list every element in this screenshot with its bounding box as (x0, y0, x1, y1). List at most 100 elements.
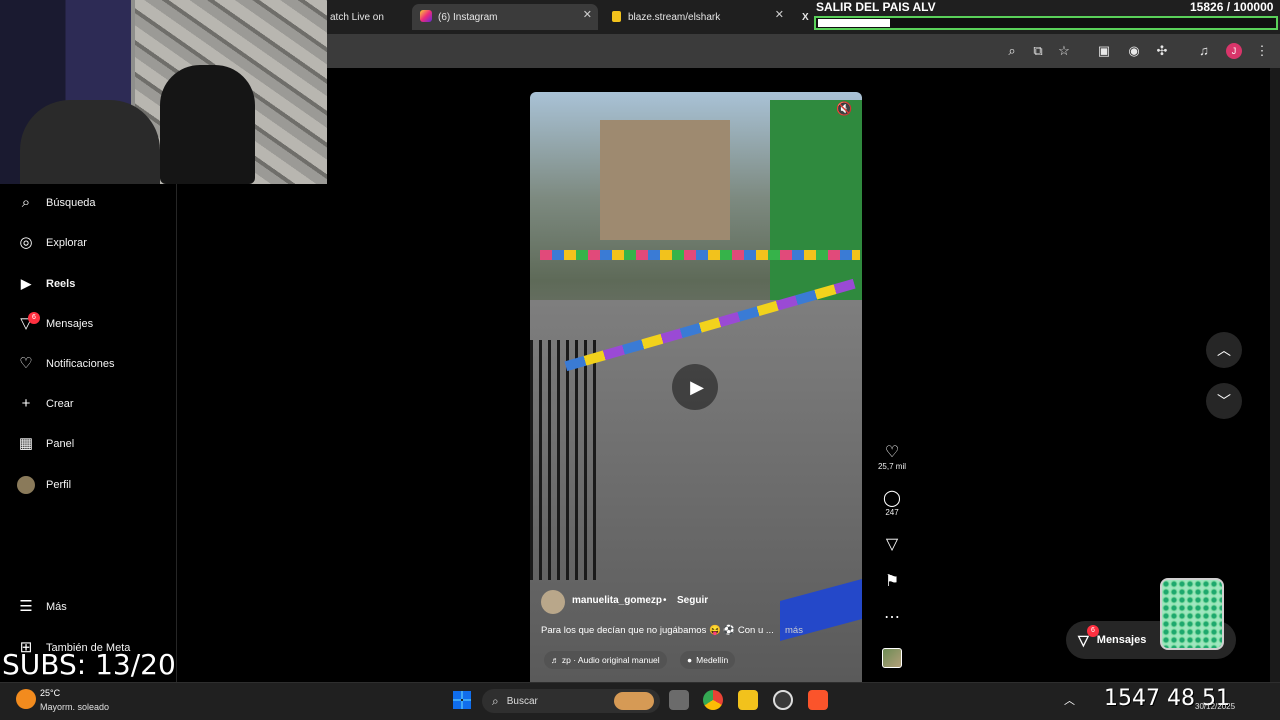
notification-badge: 6 (28, 312, 40, 324)
close-tab-icon[interactable]: ✕ (583, 8, 592, 21)
search-placeholder: Buscar (506, 695, 538, 707)
reel-green-house (770, 100, 862, 300)
tab-label: (6) Instagram (438, 11, 498, 23)
webcam-person (20, 100, 160, 184)
author-avatar[interactable] (541, 590, 565, 614)
weather-temperature[interactable]: 25°C (40, 688, 60, 698)
page-scrollbar[interactable] (1270, 68, 1280, 682)
heart-icon: ♡ (19, 355, 33, 372)
x-icon: X (802, 11, 809, 23)
sidebar-item-dashboard[interactable]: ▦ Panel (16, 433, 74, 455)
taskbar-date[interactable]: 30/12/2025 (1195, 702, 1235, 711)
extension-icon[interactable]: ▣ (1096, 43, 1112, 59)
previous-reel-button[interactable]: ︿ (1206, 332, 1242, 368)
sidebar-item-reels[interactable]: ▶ Reels (16, 273, 75, 295)
sidebar-item-label: Crear (46, 398, 74, 410)
sidebar-item-label: Más (46, 601, 67, 613)
compass-icon: ◎ (19, 234, 33, 251)
media-control-icon[interactable]: ♫ (1196, 43, 1212, 59)
tab-watch-live[interactable]: atch Live on ✕ (330, 4, 424, 30)
profile-avatar[interactable]: J (1226, 43, 1242, 59)
audio-label: ♬ zp · Audio original manuel (551, 655, 660, 665)
messages-pill-label: Mensajes (1096, 634, 1147, 646)
tray-overflow-icon[interactable]: ︿ (1064, 692, 1075, 708)
next-reel-button[interactable]: ﹀ (1206, 383, 1242, 419)
goal-progress-fill (818, 19, 891, 27)
brave-icon[interactable] (808, 690, 828, 710)
like-button[interactable]: ♡ 25,7 mil (878, 444, 906, 471)
sidebar-item-label: Notificaciones (46, 358, 115, 370)
chrome-icon[interactable] (703, 690, 723, 710)
sidebar-item-notifications[interactable]: ♡ Notificaciones (16, 353, 114, 375)
app-icon[interactable] (773, 690, 793, 710)
reels-icon: ▶ (21, 276, 31, 291)
share-button[interactable]: ▽ (880, 536, 904, 554)
sidebar-item-search[interactable]: ⌕ Búsqueda (16, 192, 96, 214)
webcam-gaming-chair (160, 65, 255, 184)
puzzle-icon[interactable]: ✣ (1154, 43, 1170, 59)
avatar-icon (16, 475, 36, 495)
sidebar-item-explore[interactable]: ◎ Explorar (16, 232, 87, 254)
like-count: 25,7 mil (877, 462, 906, 471)
play-button[interactable]: ▶ (672, 364, 718, 410)
sidebar-item-label: Explorar (46, 237, 87, 249)
weather-icon[interactable] (16, 689, 36, 709)
chevron-down-icon: ﹀ (1217, 393, 1231, 409)
task-view-icon[interactable] (669, 690, 689, 710)
taskbar-search[interactable]: ⌕ Buscar (482, 689, 660, 713)
sidebar-item-more[interactable]: ☰ Más (16, 596, 67, 618)
notification-badge: 6 (1087, 625, 1099, 637)
sidebar-item-label: Reels (46, 278, 76, 290)
share-icon: ▽ (885, 536, 899, 553)
mute-icon[interactable]: 🔇 (836, 101, 852, 117)
search-highlight-icon (614, 692, 654, 710)
search-icon: ⌕ (21, 194, 31, 211)
comment-icon: ◯ (883, 490, 901, 507)
blaze-icon (612, 11, 621, 22)
follow-button[interactable]: Seguir (677, 595, 708, 606)
save-button[interactable]: ⚑ (880, 573, 904, 591)
location-label: Medellín (696, 655, 729, 665)
comment-count: 247 (885, 508, 899, 517)
bookmark-icon: ⚑ (884, 573, 900, 590)
cast-icon[interactable]: ⧉ (1030, 43, 1046, 59)
comment-button[interactable]: ◯ 247 (880, 490, 904, 517)
windows-start-icon[interactable] (453, 691, 471, 709)
kebab-menu-icon[interactable]: ⋮ (1254, 43, 1270, 59)
sidebar-item-label: Perfil (46, 479, 72, 491)
tab-blaze[interactable]: blaze.stream/elshark ✕ (604, 4, 790, 30)
sidebar-item-create[interactable]: + Crear (16, 393, 74, 415)
dashboard-icon: ▦ (18, 435, 34, 452)
heart-icon: ♡ (884, 444, 900, 461)
ellipsis-icon: ⋯ (884, 609, 900, 626)
weather-description[interactable]: Mayorm. soleado (40, 702, 109, 712)
stream-jar-overlay (1160, 578, 1224, 650)
tab-instagram[interactable]: (6) Instagram ✕ (412, 4, 598, 30)
tab-label: atch Live on (330, 11, 384, 23)
audio-thumbnail[interactable] (882, 648, 902, 668)
subs-counter-overlay: SUBS: 13/20 (2, 648, 176, 681)
author-username[interactable]: manuelita_gomezp (572, 595, 662, 606)
sidebar-item-label: Búsqueda (46, 197, 96, 209)
reel-caption: Para los que decían que no jugábamos 😝 ⚽… (541, 625, 774, 636)
caption-more-link[interactable]: más (785, 625, 803, 636)
instagram-icon (420, 10, 432, 22)
location-pill[interactable]: ● Medellín (680, 651, 736, 669)
goal-count: 15826 / 100000 (1190, 0, 1274, 14)
reel-house (600, 120, 730, 240)
file-explorer-icon[interactable] (738, 690, 758, 710)
bookmark-star-icon[interactable]: ☆ (1056, 43, 1072, 59)
separator-dot: • (663, 595, 667, 606)
plus-icon: + (21, 395, 31, 412)
close-tab-icon[interactable]: ✕ (775, 8, 784, 21)
sidebar-item-label: Mensajes (46, 318, 94, 330)
zoom-icon[interactable]: ⌕ (1004, 43, 1020, 59)
extension-icon[interactable]: ◉ (1126, 43, 1142, 59)
hamburger-icon: ☰ (19, 598, 33, 615)
reel-bunting (540, 250, 860, 260)
sidebar-item-label: Panel (46, 438, 75, 450)
more-options-button[interactable]: ⋯ (880, 609, 904, 627)
audio-pill[interactable]: ♬ zp · Audio original manuel (544, 651, 667, 669)
sidebar-item-profile[interactable]: Perfil (16, 474, 71, 496)
goal-title: SALIR DEL PAIS ALV (816, 0, 936, 14)
